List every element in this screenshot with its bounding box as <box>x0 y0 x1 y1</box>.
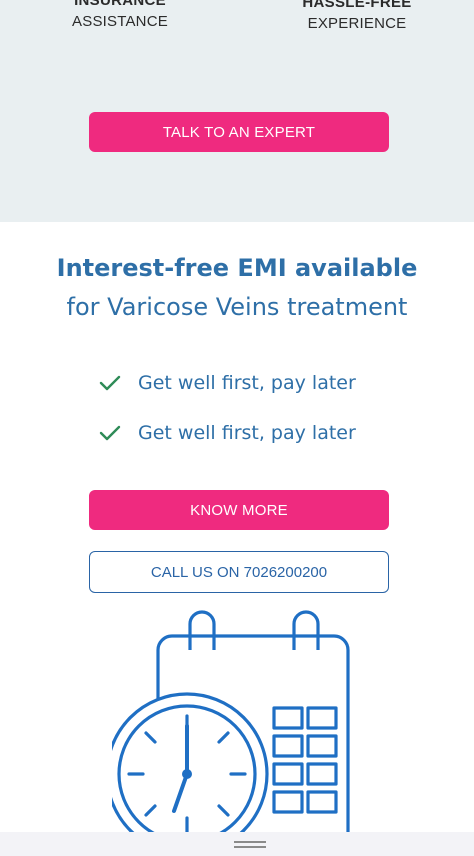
check-icon <box>99 425 121 441</box>
know-more-button[interactable]: KNOW MORE <box>89 490 389 530</box>
talk-to-expert-button[interactable]: TALK TO AN EXPERT <box>89 112 389 152</box>
check-icon <box>99 375 121 391</box>
bottom-sheet-bar <box>0 832 474 856</box>
drag-handle-icon[interactable] <box>234 841 266 848</box>
feature-insurance: INSURANCE ASSISTANCE <box>40 0 200 30</box>
call-us-button[interactable]: CALL US ON 7026200200 <box>89 551 389 593</box>
feature-title: HASSLE-FREE <box>302 0 412 11</box>
feature-hassle-free: HASSLE-FREE EXPERIENCE <box>277 0 437 32</box>
features-section: INSURANCE ASSISTANCE HASSLE-FREE EXPERIE… <box>0 0 474 222</box>
feature-subtitle: ASSISTANCE <box>72 13 168 30</box>
calendar-clock-icon <box>112 610 350 834</box>
benefit-label: Get well first, pay later <box>138 422 356 444</box>
emi-subtitle: for Varicose Veins treatment <box>66 293 408 321</box>
feature-subtitle: EXPERIENCE <box>307 15 407 32</box>
emi-title: Interest-free EMI available <box>56 254 418 282</box>
benefit-label: Get well first, pay later <box>138 372 356 394</box>
benefit-item: Get well first, pay later <box>99 422 356 444</box>
feature-title: INSURANCE <box>74 0 166 9</box>
benefit-item: Get well first, pay later <box>99 372 356 394</box>
